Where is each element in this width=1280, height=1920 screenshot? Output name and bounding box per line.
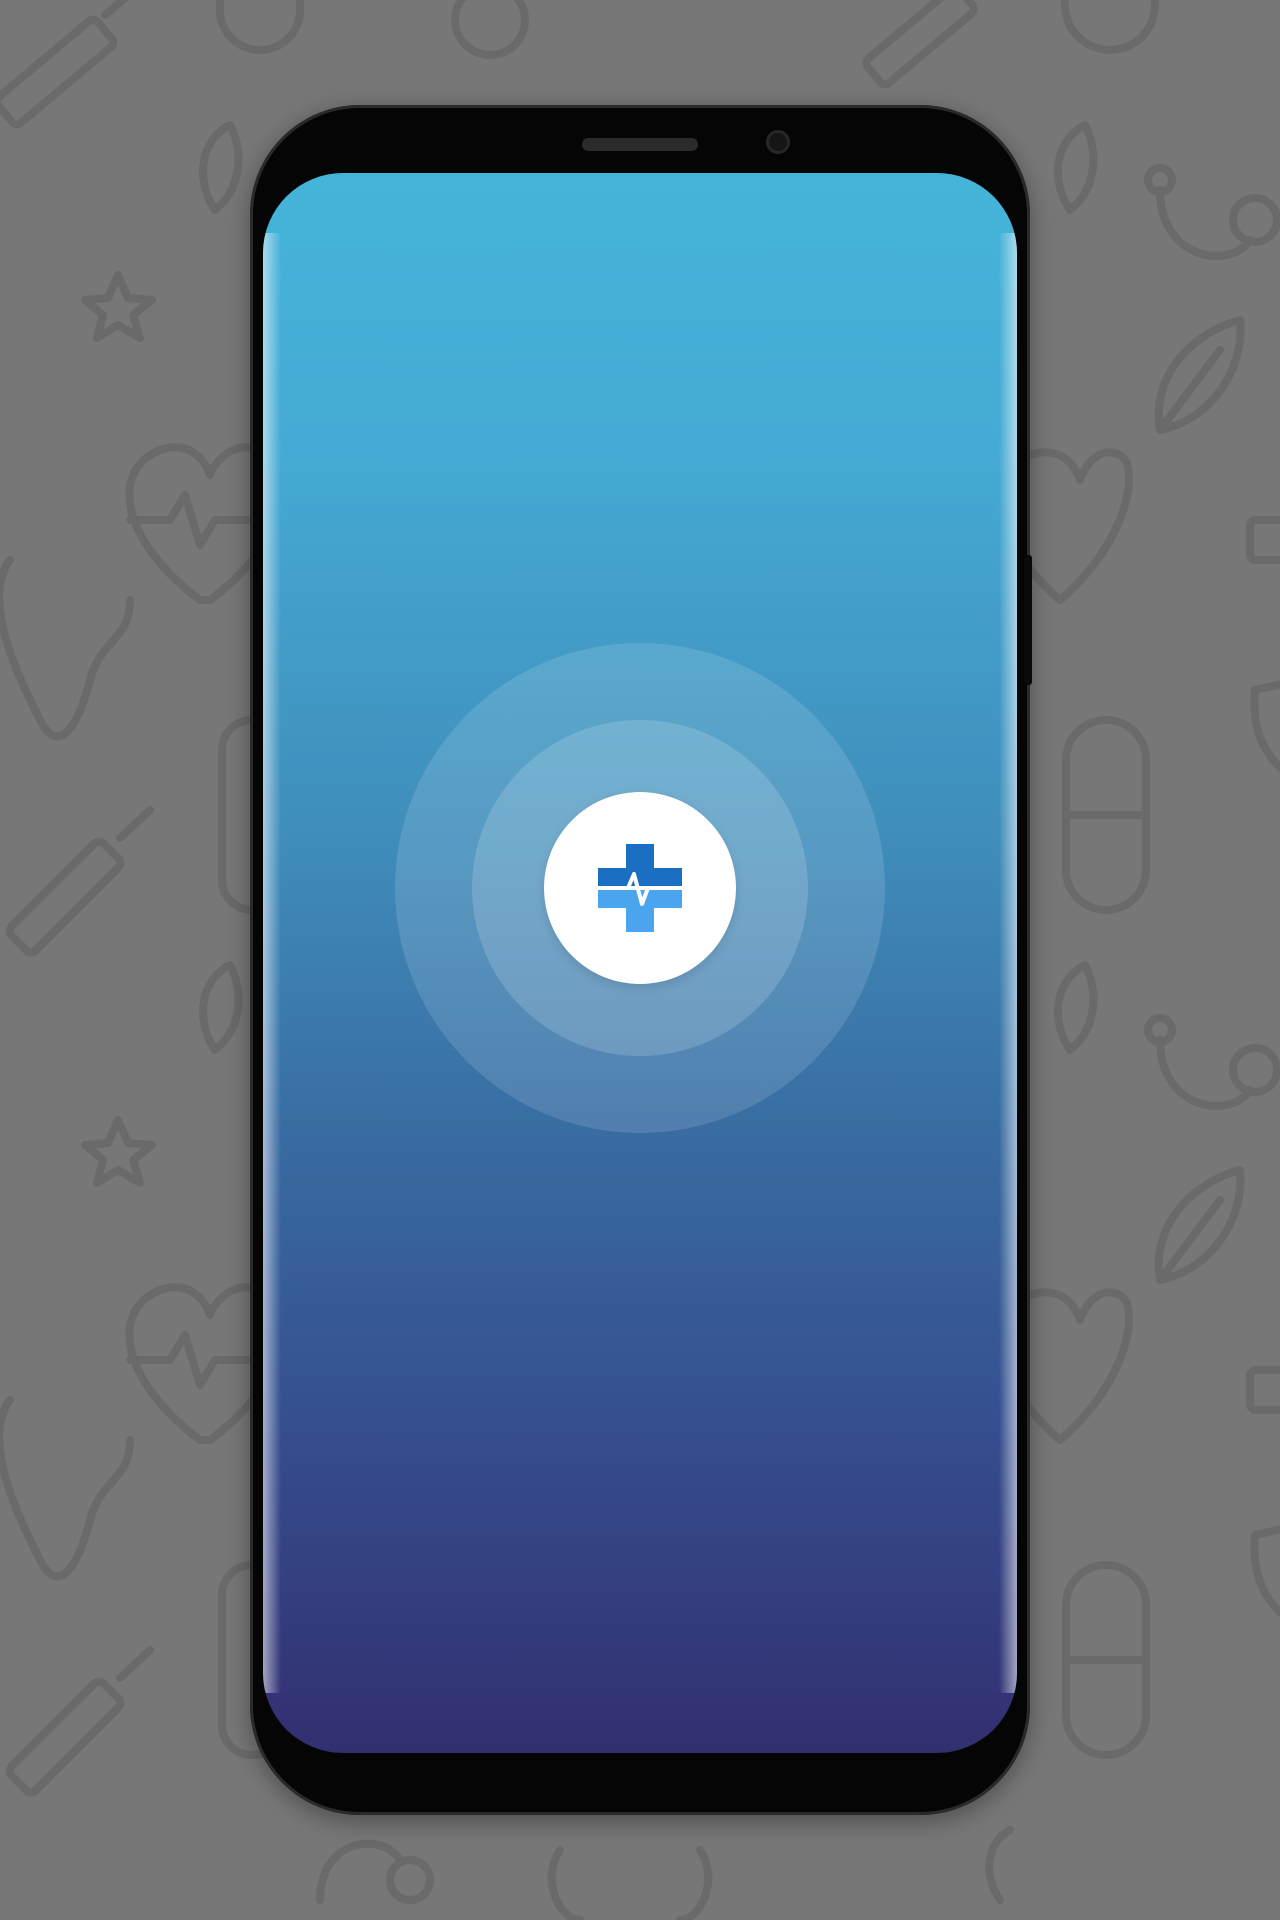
bandage-icon xyxy=(1246,516,1280,564)
syringe-icon xyxy=(862,0,978,89)
bandage-icon xyxy=(1246,1366,1280,1414)
power-button xyxy=(1024,555,1032,685)
phone-frame xyxy=(250,105,1030,1815)
shield-icon xyxy=(1250,1525,1280,1618)
shield-icon xyxy=(1250,680,1280,773)
app-logo xyxy=(544,792,736,984)
leaf-icon xyxy=(1054,121,1098,214)
star-icon xyxy=(81,1116,156,1187)
screen-edge-left xyxy=(263,233,281,1693)
leaf-icon xyxy=(1154,1166,1245,1284)
stethoscope-icon xyxy=(1144,1014,1280,1110)
syringe-icon xyxy=(5,1646,154,1797)
star-icon xyxy=(81,271,156,342)
pill-icon xyxy=(1061,0,1159,54)
tooth-icon xyxy=(0,1396,134,1581)
stethoscope-icon xyxy=(1144,164,1280,260)
speaker-grille xyxy=(582,138,698,151)
splash-screen xyxy=(263,173,1017,1753)
stethoscope-icon xyxy=(316,1839,434,1904)
screen-edge-right xyxy=(999,233,1017,1693)
syringe-icon xyxy=(0,0,130,129)
pill-icon xyxy=(216,0,304,54)
leaf-icon xyxy=(199,961,243,1054)
leaf-icon xyxy=(1154,316,1245,434)
medical-cross-heartbeat-icon xyxy=(596,844,684,932)
syringe-icon xyxy=(5,806,154,957)
leaf-icon xyxy=(199,121,243,214)
leaf-icon xyxy=(1054,961,1098,1054)
tooth-icon xyxy=(0,556,134,741)
tooth-icon xyxy=(547,1846,713,1920)
front-camera xyxy=(766,130,790,154)
